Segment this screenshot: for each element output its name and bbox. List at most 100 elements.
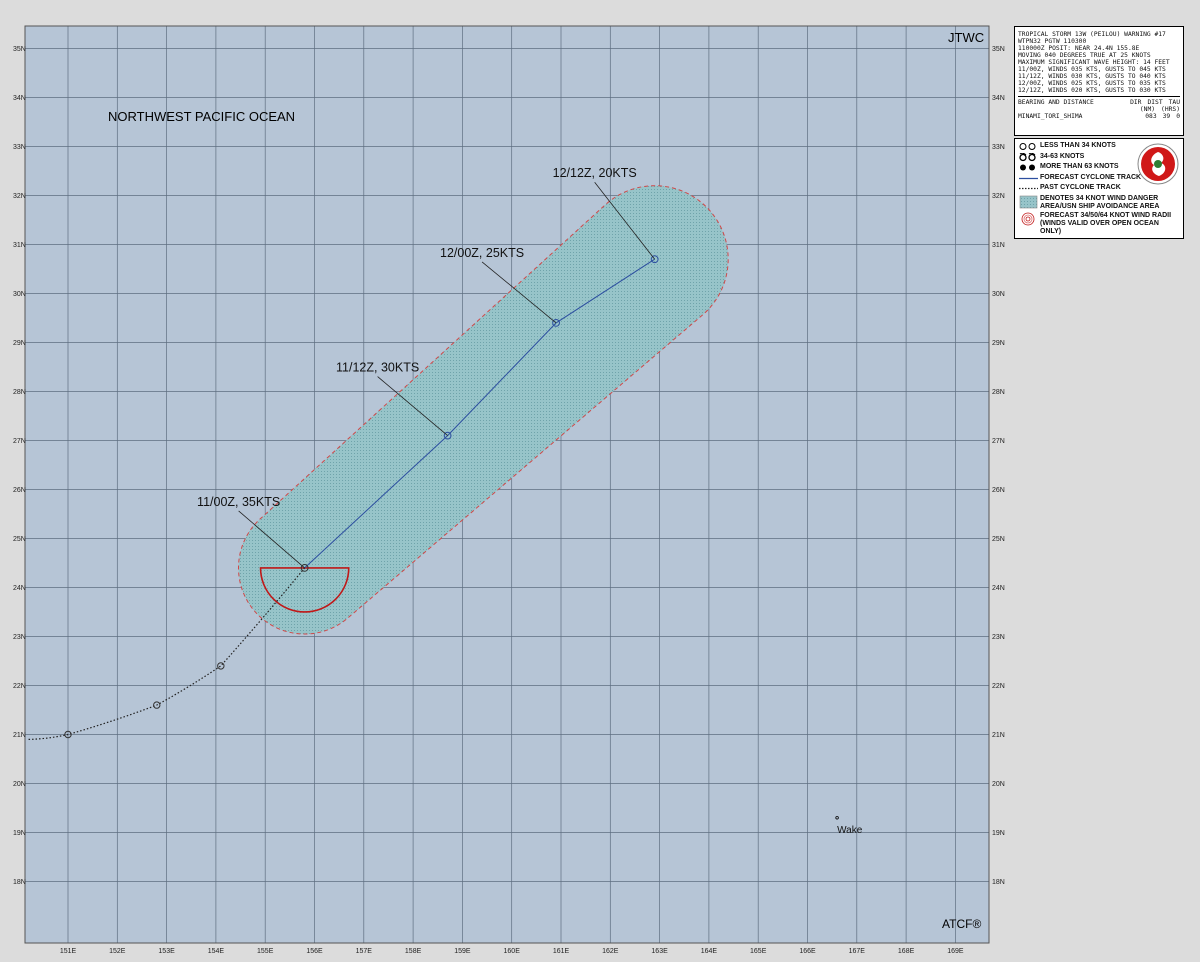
lat-tick-label-left: 18N	[13, 879, 26, 886]
warning-title: TROPICAL STORM 13W (PEILOU) WARNING #17	[1018, 31, 1166, 38]
station-tau: 0	[1176, 113, 1180, 120]
lon-tick-label: 165E	[750, 948, 767, 955]
jtwc-seal-icon	[1137, 143, 1179, 185]
info-line: MAXIMUM SIGNIFICANT WAVE HEIGHT: 14 FEET	[1018, 59, 1170, 66]
lat-tick-label-right: 23N	[992, 634, 1005, 641]
lat-tick-label-left: 24N	[13, 585, 26, 592]
lat-tick-label-left: 32N	[13, 193, 26, 200]
lat-tick-label-right: 33N	[992, 144, 1005, 151]
storm-gt63-icon	[1020, 164, 1035, 171]
forecast-track-icon	[1019, 177, 1038, 179]
lon-tick-label: 153E	[158, 948, 175, 955]
lat-tick-label-left: 26N	[13, 487, 26, 494]
lon-tick-label: 162E	[602, 948, 619, 955]
lon-tick-label: 159E	[454, 948, 471, 955]
forecast-time-label: 12/00Z, 25KTS	[440, 246, 524, 260]
lon-tick-label: 169E	[947, 948, 964, 955]
legend-text: PAST CYCLONE TRACK	[1040, 184, 1121, 191]
legend-item: DENOTES 34 KNOT WIND DANGER AREA/USN SHI…	[1018, 195, 1180, 211]
lon-tick-label: 152E	[109, 948, 126, 955]
lat-tick-label-left: 21N	[13, 732, 26, 739]
col-dist: DIST	[1147, 99, 1163, 106]
forecast-time-label: 11/00Z, 35KTS	[197, 495, 280, 509]
lon-tick-label: 157E	[356, 948, 373, 955]
lat-tick-label-right: 18N	[992, 879, 1005, 886]
lat-tick-label-right: 24N	[992, 585, 1005, 592]
info-line: 12/12Z, WINDS 020 KTS, GUSTS TO 030 KTS	[1018, 87, 1166, 94]
info-line: 110000Z POSIT: NEAR 24.4N 155.8E	[1018, 45, 1140, 52]
lat-tick-label-right: 22N	[992, 683, 1005, 690]
lon-tick-label: 154E	[208, 948, 225, 955]
lon-tick-label: 158E	[405, 948, 422, 955]
lat-tick-label-right: 32N	[992, 193, 1005, 200]
forecast-time-label: 12/12Z, 20KTS	[553, 166, 637, 180]
lat-tick-label-left: 33N	[13, 144, 26, 151]
col-tau-unit: (HRS)	[1161, 106, 1180, 113]
lat-tick-label-right: 21N	[992, 732, 1005, 739]
region-label: NORTHWEST PACIFIC OCEAN	[108, 109, 295, 124]
lat-tick-label-left: 28N	[13, 389, 26, 396]
info-line: WTPN32 PGTW 110300	[1018, 38, 1087, 45]
lat-tick-label-left: 20N	[13, 781, 26, 788]
lon-tick-label: 166E	[799, 948, 816, 955]
bearing-data-row: MINAMI_TORI_SHIMA 083 39 0	[1018, 113, 1180, 120]
lat-tick-label-right: 34N	[992, 95, 1005, 102]
lat-tick-label-left: 30N	[13, 291, 26, 298]
agency-label: JTWC	[948, 30, 984, 45]
station-name: MINAMI_TORI_SHIMA	[1018, 113, 1083, 120]
station-dir: 083	[1145, 113, 1157, 120]
lat-tick-label-left: 25N	[13, 536, 26, 543]
lat-tick-label-right: 28N	[992, 389, 1005, 396]
col-tau: TAU	[1168, 99, 1180, 106]
lat-tick-label-right: 25N	[992, 536, 1005, 543]
lat-tick-label-right: 26N	[992, 487, 1005, 494]
forecast-time-label: 11/12Z, 30KTS	[336, 361, 419, 375]
lon-tick-label: 168E	[898, 948, 915, 955]
lat-tick-label-right: 31N	[992, 242, 1005, 249]
info-line: 11/00Z, WINDS 035 KTS, GUSTS TO 045 KTS	[1018, 66, 1166, 73]
wind-radii-icon	[1021, 212, 1035, 226]
lon-tick-label: 163E	[651, 948, 668, 955]
legend-text: FORECAST 34/50/64 KNOT WIND RADII (WINDS…	[1040, 212, 1172, 235]
lon-tick-label: 160E	[504, 948, 521, 955]
lat-tick-label-right: 29N	[992, 340, 1005, 347]
legend-item: FORECAST 34/50/64 KNOT WIND RADII (WINDS…	[1018, 212, 1180, 236]
info-line: MOVING 040 DEGREES TRUE AT 25 KNOTS	[1018, 52, 1151, 59]
lon-tick-label: 167E	[849, 948, 866, 955]
station-dist: 39	[1162, 113, 1171, 120]
legend-box: LESS THAN 34 KNOTS 34-63 KNOTS MORE THAN…	[1014, 138, 1184, 239]
lat-tick-label-right: 35N	[992, 46, 1005, 53]
col-dist-unit: (NM)	[1139, 106, 1156, 113]
bearing-unit-row: (NM) (HRS)	[1018, 106, 1180, 113]
info-line: 12/00Z, WINDS 025 KTS, GUSTS TO 035 KTS	[1018, 80, 1166, 87]
software-label: ATCF®	[942, 917, 981, 931]
island-label: Wake	[837, 825, 863, 836]
storm-34-63-icon	[1019, 152, 1036, 161]
lon-tick-label: 155E	[257, 948, 274, 955]
lat-tick-label-right: 20N	[992, 781, 1005, 788]
info-line: 11/12Z, WINDS 030 KTS, GUSTS TO 040 KTS	[1018, 73, 1166, 80]
bearing-header-row: BEARING AND DISTANCE DIR DIST TAU	[1018, 99, 1180, 106]
danger-area-icon	[1019, 195, 1038, 208]
lon-tick-label: 156E	[306, 948, 323, 955]
legend-item: PAST CYCLONE TRACK	[1018, 184, 1180, 193]
lat-tick-label-left: 31N	[13, 242, 26, 249]
lat-tick-label-left: 34N	[13, 95, 26, 102]
bearing-header: BEARING AND DISTANCE	[1018, 99, 1094, 106]
lat-tick-label-right: 19N	[992, 830, 1005, 837]
col-dir: DIR	[1130, 99, 1142, 106]
ocean-background	[25, 26, 989, 943]
lat-tick-label-left: 22N	[13, 683, 26, 690]
legend-text: DENOTES 34 KNOT WIND DANGER AREA/USN SHI…	[1040, 194, 1160, 210]
lat-tick-label-left: 29N	[13, 340, 26, 347]
lon-tick-label: 164E	[701, 948, 718, 955]
warning-info-box: TROPICAL STORM 13W (PEILOU) WARNING #17 …	[1014, 26, 1184, 136]
lat-tick-label-left: 23N	[13, 634, 26, 641]
storm-lt34-icon	[1019, 143, 1036, 150]
past-track-icon	[1019, 187, 1038, 190]
lat-tick-label-left: 19N	[13, 830, 26, 837]
lat-tick-label-right: 27N	[992, 438, 1005, 445]
lat-tick-label-left: 27N	[13, 438, 26, 445]
lat-tick-label-left: 35N	[13, 46, 26, 53]
lon-tick-label: 151E	[60, 948, 77, 955]
